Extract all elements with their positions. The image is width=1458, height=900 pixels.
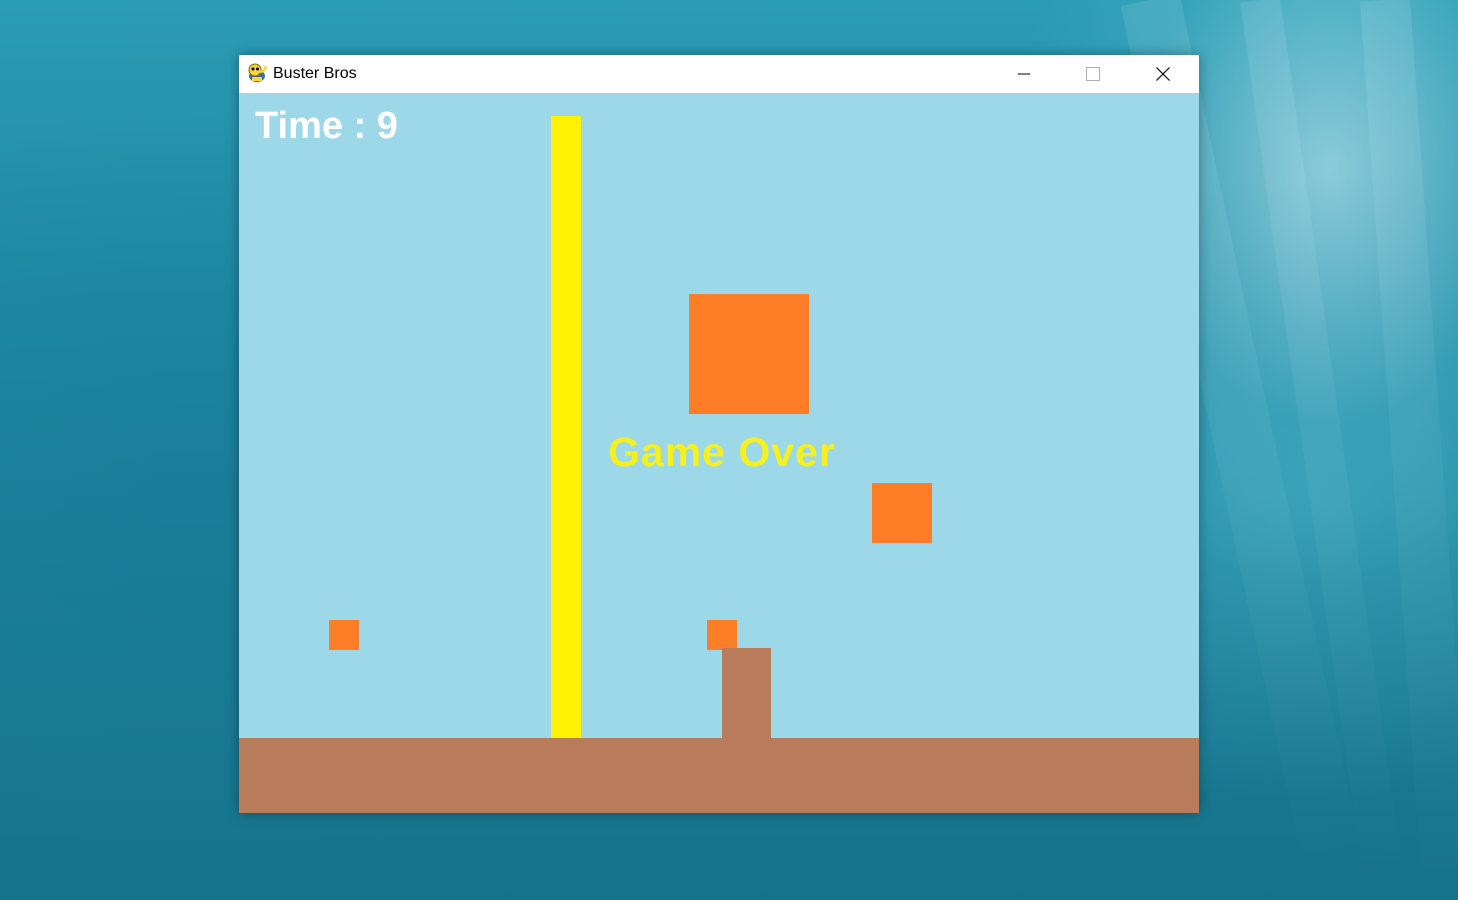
harpoon-wire [551, 116, 581, 738]
title-bar[interactable]: Buster Bros [239, 55, 1199, 93]
minimize-icon [1017, 73, 1030, 75]
maximize-icon [1085, 67, 1100, 81]
ball-large [689, 294, 809, 414]
window-title: Buster Bros [273, 65, 357, 82]
pygame-snake-icon[interactable] [246, 62, 268, 84]
game-over-message: Game Over [608, 429, 836, 475]
ball-medium [872, 483, 932, 543]
minimize-button[interactable] [989, 55, 1058, 93]
close-button[interactable] [1128, 55, 1197, 93]
maximize-button[interactable] [1058, 55, 1127, 93]
ball-small [329, 620, 359, 650]
time-counter: Time : 9 [255, 105, 398, 147]
ground-floor [239, 738, 1199, 813]
close-icon [1155, 67, 1170, 81]
game-canvas[interactable]: Time : 9 Game Over [239, 93, 1199, 813]
game-window: Buster Bros Time : 9 Game Over [239, 55, 1199, 813]
player-character [722, 648, 771, 738]
ball-small [707, 620, 737, 650]
